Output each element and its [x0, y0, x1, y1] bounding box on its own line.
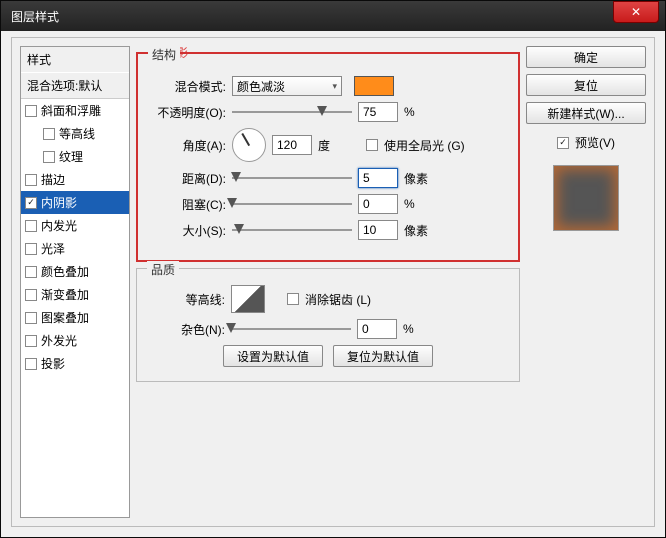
style-checkbox[interactable] — [25, 174, 37, 186]
dialog-body: 样式 混合选项:默认 斜面和浮雕等高线纹理描边内阴影内发光光泽颜色叠加渐变叠加图… — [11, 37, 655, 527]
close-icon: ✕ — [631, 5, 641, 19]
new-style-button[interactable]: 新建样式(W)... — [526, 102, 646, 124]
set-default-button[interactable]: 设置为默认值 — [223, 345, 323, 367]
layer-style-dialog: 图层样式 ✕ 样式 混合选项:默认 斜面和浮雕等高线纹理描边内阴影内发光光泽颜色… — [0, 0, 666, 538]
distance-slider[interactable] — [232, 171, 352, 185]
style-checkbox[interactable] — [25, 243, 37, 255]
angle-label: 角度(A): — [148, 137, 226, 154]
style-checkbox[interactable] — [25, 105, 37, 117]
style-label: 内阴影 — [41, 194, 77, 211]
blend-options-row[interactable]: 混合选项:默认 — [21, 73, 129, 99]
style-label: 斜面和浮雕 — [41, 102, 101, 119]
contour-label: 等高线: — [147, 291, 225, 308]
style-label: 投影 — [41, 355, 65, 372]
structure-legend: 结构 — [148, 46, 180, 63]
style-row[interactable]: 图案叠加 — [21, 306, 129, 329]
style-label: 外发光 — [41, 332, 77, 349]
noise-slider[interactable] — [231, 322, 351, 336]
choke-input[interactable] — [358, 194, 398, 214]
global-light-checkbox[interactable] — [366, 139, 378, 151]
style-row[interactable]: 渐变叠加 — [21, 283, 129, 306]
styles-header[interactable]: 样式 — [21, 47, 129, 73]
right-panel: 确定 复位 新建样式(W)... 预览(V) — [526, 46, 646, 518]
style-checkbox[interactable] — [25, 312, 37, 324]
distance-unit: 像素 — [404, 170, 434, 187]
opacity-unit: % — [404, 105, 434, 119]
structure-group: 结构 混合模式: 颜色减淡 ▾ 不透明度(O): % — [136, 52, 520, 262]
angle-dial[interactable] — [232, 128, 266, 162]
style-row[interactable]: 内阴影 — [21, 191, 129, 214]
style-label: 颜色叠加 — [41, 263, 89, 280]
preview-thumbnail — [553, 165, 619, 231]
opacity-label: 不透明度(O): — [148, 104, 226, 121]
choke-unit: % — [404, 197, 434, 211]
style-checkbox[interactable] — [25, 358, 37, 370]
distance-input[interactable] — [358, 168, 398, 188]
style-label: 纹理 — [59, 148, 83, 165]
style-checkbox[interactable] — [25, 335, 37, 347]
chevron-down-icon: ▾ — [332, 81, 337, 92]
styles-list: 样式 混合选项:默认 斜面和浮雕等高线纹理描边内阴影内发光光泽颜色叠加渐变叠加图… — [20, 46, 130, 518]
blend-mode-combo[interactable]: 颜色减淡 ▾ — [232, 76, 342, 96]
close-button[interactable]: ✕ — [613, 1, 659, 23]
style-row[interactable]: 斜面和浮雕 — [21, 99, 129, 122]
size-slider[interactable] — [232, 223, 352, 237]
distance-label: 距离(D): — [148, 170, 226, 187]
antialias-checkbox[interactable] — [287, 293, 299, 305]
style-row[interactable]: 描边 — [21, 168, 129, 191]
style-label: 渐变叠加 — [41, 286, 89, 303]
style-checkbox[interactable] — [25, 197, 37, 209]
opacity-input[interactable] — [358, 102, 398, 122]
titlebar: 图层样式 ✕ — [1, 1, 665, 31]
blend-mode-label: 混合模式: — [148, 78, 226, 95]
preview-checkbox[interactable] — [557, 137, 569, 149]
noise-label: 杂色(N): — [147, 321, 225, 338]
style-row[interactable]: 光泽 — [21, 237, 129, 260]
choke-slider[interactable] — [232, 197, 352, 211]
style-row[interactable]: 外发光 — [21, 329, 129, 352]
choke-label: 阻塞(C): — [148, 196, 226, 213]
size-label: 大小(S): — [148, 222, 226, 239]
style-checkbox[interactable] — [43, 151, 55, 163]
reset-default-button[interactable]: 复位为默认值 — [333, 345, 433, 367]
style-row[interactable]: 内发光 — [21, 214, 129, 237]
preview-label: 预览(V) — [575, 134, 615, 151]
style-row[interactable]: 投影 — [21, 352, 129, 375]
size-unit: 像素 — [404, 222, 434, 239]
antialias-label: 消除锯齿 (L) — [305, 291, 371, 308]
noise-unit: % — [403, 322, 433, 336]
style-label: 内发光 — [41, 217, 77, 234]
quality-group: 品质 等高线: 消除锯齿 (L) 杂色(N): % — [136, 268, 520, 382]
style-row[interactable]: 颜色叠加 — [21, 260, 129, 283]
style-label: 等高线 — [59, 125, 95, 142]
cancel-button[interactable]: 复位 — [526, 74, 646, 96]
style-label: 图案叠加 — [41, 309, 89, 326]
style-label: 描边 — [41, 171, 65, 188]
contour-picker[interactable] — [231, 285, 265, 313]
style-label: 光泽 — [41, 240, 65, 257]
color-swatch[interactable] — [354, 76, 394, 96]
ok-button[interactable]: 确定 — [526, 46, 646, 68]
global-light-label: 使用全局光 (G) — [384, 137, 465, 154]
window-title: 图层样式 — [11, 8, 59, 25]
style-checkbox[interactable] — [43, 128, 55, 140]
style-row[interactable]: 等高线 — [21, 122, 129, 145]
style-checkbox[interactable] — [25, 289, 37, 301]
angle-unit: 度 — [318, 137, 348, 154]
size-input[interactable] — [358, 220, 398, 240]
style-row[interactable]: 纹理 — [21, 145, 129, 168]
style-checkbox[interactable] — [25, 266, 37, 278]
angle-input[interactable] — [272, 135, 312, 155]
noise-input[interactable] — [357, 319, 397, 339]
opacity-slider[interactable] — [232, 105, 352, 119]
effect-settings: 内阴影 结构 混合模式: 颜色减淡 ▾ 不透明度(O): — [136, 46, 520, 518]
blend-mode-value: 颜色减淡 — [237, 78, 285, 95]
quality-legend: 品质 — [147, 261, 179, 278]
style-checkbox[interactable] — [25, 220, 37, 232]
